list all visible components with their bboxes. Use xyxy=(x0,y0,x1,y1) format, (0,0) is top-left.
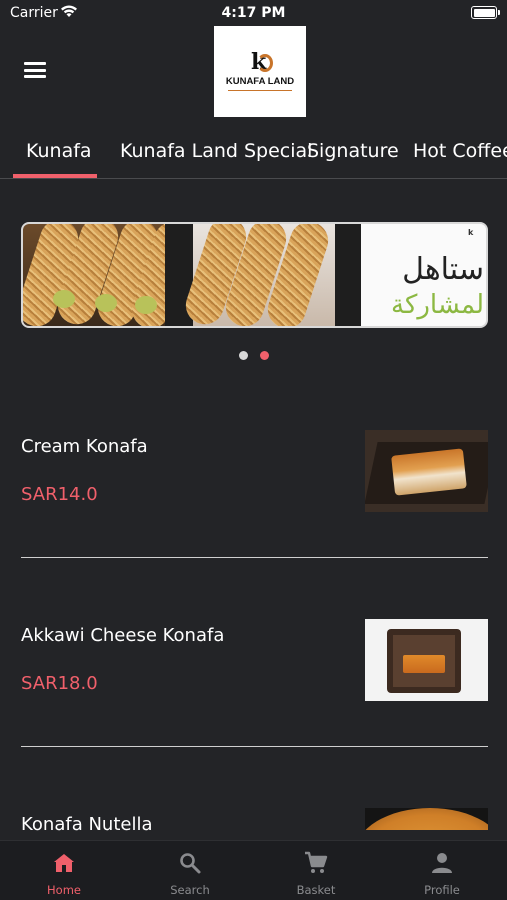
nav-home-label: Home xyxy=(47,883,81,897)
logo-underline xyxy=(228,90,292,91)
carousel-dot-1[interactable] xyxy=(239,351,248,360)
hamburger-menu-icon[interactable] xyxy=(24,62,46,78)
home-icon xyxy=(54,854,74,872)
banner-arabic-line-2: لمشاركة xyxy=(391,290,484,320)
battery-icon xyxy=(471,6,500,19)
category-tabs: Kunafa Kunafa Land Special Signature Hot… xyxy=(0,132,507,179)
menu-item[interactable]: Cream Konafa SAR14.0 xyxy=(21,430,488,560)
tab-kunafa-land-special[interactable]: Kunafa Land Special xyxy=(120,140,312,162)
nav-basket-label: Basket xyxy=(296,883,336,897)
item-divider xyxy=(21,557,488,558)
menu-item-price: SAR18.0 xyxy=(21,673,98,694)
menu-item-image xyxy=(365,430,488,512)
active-tab-indicator xyxy=(13,174,97,178)
menu-item-name: Cream Konafa xyxy=(21,436,148,457)
cart-icon xyxy=(305,851,328,873)
nav-profile-label: Profile xyxy=(424,883,460,897)
banner-separator-2 xyxy=(335,224,361,326)
menu-item-price: SAR14.0 xyxy=(21,484,98,505)
tab-kunafa[interactable]: Kunafa xyxy=(26,140,92,162)
promo-banner[interactable]: k ستاهل لمشاركة xyxy=(21,222,488,328)
tab-hot-coffee[interactable]: Hot Coffee xyxy=(413,140,507,162)
logo-text: KUNAFA LAND xyxy=(225,76,295,87)
banner-logo-icon: k xyxy=(468,228,474,237)
carousel-dot-2-active[interactable] xyxy=(260,351,269,360)
menu-item[interactable]: Konafa Nutella xyxy=(21,808,488,840)
menu-item-name: Konafa Nutella xyxy=(21,814,153,835)
item-divider xyxy=(21,746,488,747)
nav-search-label: Search xyxy=(170,883,210,897)
nav-basket[interactable]: Basket xyxy=(253,841,379,900)
carousel-dots xyxy=(0,351,507,361)
app-header: k KUNAFA LAND xyxy=(0,26,507,118)
tab-signature[interactable]: Signature xyxy=(307,140,399,162)
menu-item-image xyxy=(365,808,488,830)
banner-arabic-line-1: ستاهل xyxy=(402,252,484,287)
clock: 4:17 PM xyxy=(221,5,286,21)
bottom-nav: Home Search Basket Profile xyxy=(0,840,507,900)
nav-home[interactable]: Home xyxy=(1,841,127,900)
banner-image-rolls-1 xyxy=(23,224,198,326)
nav-search[interactable]: Search xyxy=(127,841,253,900)
status-bar: Carrier 4:17 PM xyxy=(0,0,507,26)
menu-item-image xyxy=(365,619,488,701)
menu-item-name: Akkawi Cheese Konafa xyxy=(21,625,225,646)
brand-logo: k KUNAFA LAND xyxy=(214,26,306,117)
banner-text-panel: k ستاهل لمشاركة xyxy=(361,224,486,326)
logo-mark: k xyxy=(249,49,273,75)
search-icon xyxy=(180,853,201,874)
banner-image-rolls-2 xyxy=(180,224,335,326)
profile-icon xyxy=(432,853,452,873)
nav-profile[interactable]: Profile xyxy=(379,841,505,900)
menu-item[interactable]: Akkawi Cheese Konafa SAR18.0 xyxy=(21,619,488,749)
